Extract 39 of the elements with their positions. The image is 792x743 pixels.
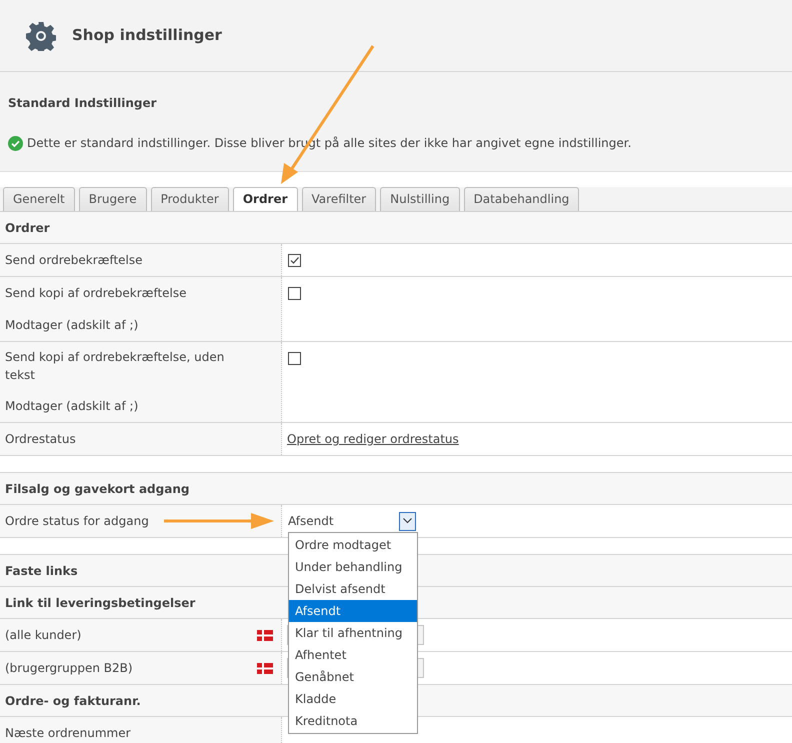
checkbox[interactable]	[288, 254, 301, 267]
field-label: Ordrestatus	[5, 431, 76, 448]
tab[interactable]: Ordrer	[232, 187, 298, 211]
field-label: Modtager (adskilt af ;)	[5, 317, 138, 334]
section-heading: Filsalg og gavekort adgang	[0, 473, 792, 505]
checkbox[interactable]	[288, 287, 301, 300]
dropdown-option[interactable]: Afsendt	[289, 600, 417, 622]
tab[interactable]: Varefilter	[302, 187, 376, 211]
field-label: Send ordrebekræftelse	[5, 252, 143, 269]
dropdown-button[interactable]	[399, 512, 416, 530]
tab[interactable]: Brugere	[78, 187, 147, 211]
dropdown-option[interactable]: Klar til afhentning	[289, 622, 417, 644]
caret-icon	[403, 518, 412, 524]
panel-heading: Standard Indstillinger	[8, 95, 158, 112]
link[interactable]: Opret og rediger ordrestatus	[287, 430, 459, 448]
page-title: Shop indstillinger	[72, 25, 222, 46]
dropdown-option[interactable]: Kladde	[289, 688, 417, 710]
section-heading: Ordrer	[0, 212, 792, 244]
dropdown-option[interactable]: Afhentet	[289, 644, 417, 666]
select-value: Afsendt	[288, 513, 334, 530]
tab[interactable]: Produkter	[150, 187, 229, 211]
field-label: Næste ordrenummer	[5, 725, 131, 742]
field-label: Send kopi af ordrebekræftelse, uden tekst	[5, 349, 226, 384]
tab[interactable]: Nulstilling	[380, 187, 460, 211]
settings-icon	[26, 20, 56, 50]
field-label: Modtager (adskilt af ;)	[5, 398, 138, 415]
field-label: Send kopi af ordrebekræftelse	[5, 285, 187, 302]
field-label: (alle kunder)	[5, 627, 82, 644]
dropdown-option[interactable]: Ordre modtaget	[289, 534, 417, 556]
flag-icon	[257, 662, 273, 674]
checkbox[interactable]	[288, 352, 301, 365]
tab[interactable]: Databehandling	[464, 187, 580, 211]
field-label: (brugergruppen B2B)	[5, 660, 133, 677]
tab[interactable]: Generelt	[3, 187, 75, 211]
success-icon	[8, 136, 23, 150]
dropdown-option[interactable]: Genåbnet	[289, 666, 417, 688]
flag-icon	[257, 630, 273, 640]
dropdown-option[interactable]: Under behandling	[289, 556, 417, 578]
field-label: Ordre status for adgang	[5, 513, 149, 530]
